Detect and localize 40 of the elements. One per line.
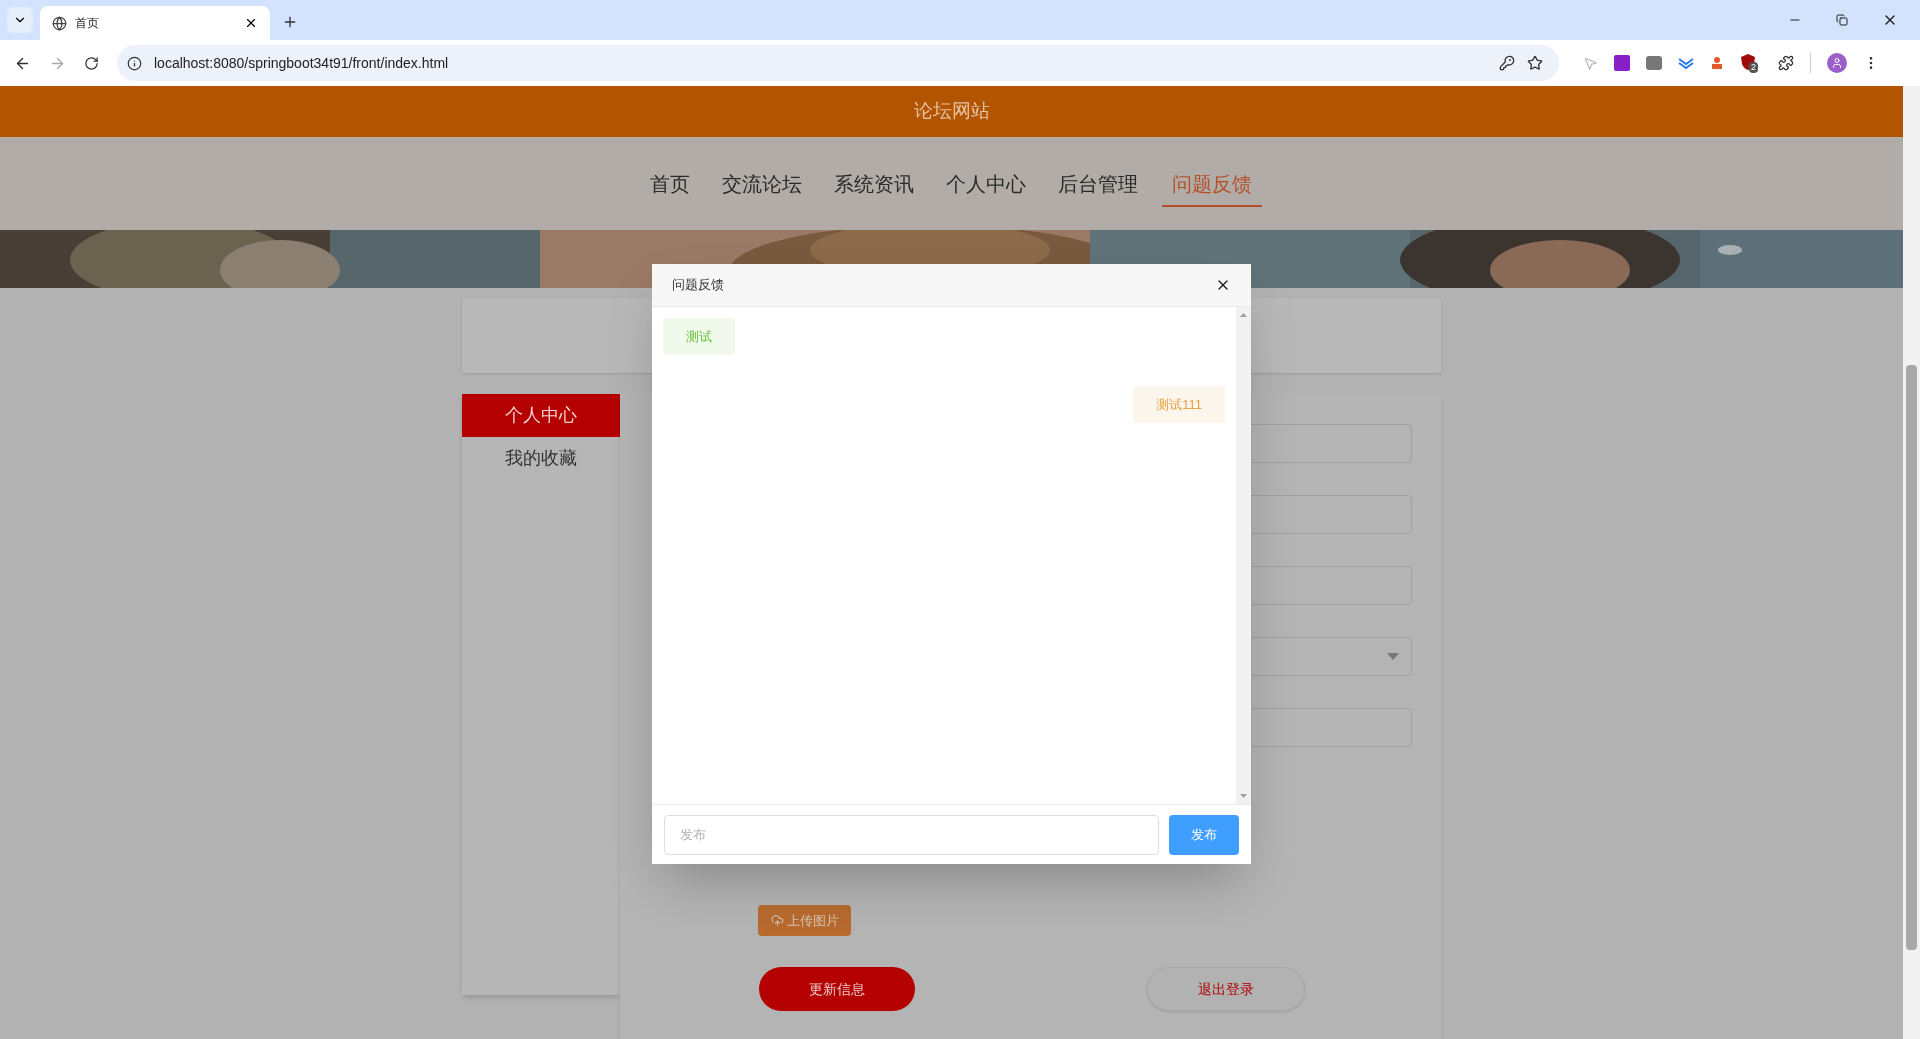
nav-link[interactable]: 系统资讯 [825, 160, 922, 207]
dialog-title: 问题反馈 [672, 276, 725, 295]
logout-button[interactable]: 退出登录 [1147, 967, 1305, 1011]
key-icon[interactable] [1499, 55, 1515, 71]
restore-icon[interactable] [1836, 14, 1848, 26]
extension-icon[interactable] [1678, 57, 1694, 69]
nav-link[interactable]: 后台管理 [1049, 160, 1146, 207]
nav-link[interactable]: 个人中心 [937, 160, 1034, 207]
tab-title: 首页 [75, 15, 100, 32]
update-button[interactable]: 更新信息 [759, 967, 915, 1011]
scroll-down-icon[interactable] [1240, 794, 1247, 798]
url-text: localhost:8080/springboot34t91/front/index.html [154, 53, 450, 73]
extensions-icon[interactable] [1778, 55, 1794, 71]
message-input[interactable]: 发布 [664, 814, 1160, 855]
site-title: 论坛网站 [913, 99, 990, 124]
scrollbar-thumb[interactable] [1906, 365, 1917, 950]
message-bubble: 测试 [663, 318, 735, 355]
nav-link[interactable]: 交流论坛 [713, 160, 810, 207]
bookmark-star-icon[interactable] [1527, 55, 1543, 71]
close-tab-icon[interactable] [244, 16, 258, 30]
extension-badge: 2 [1749, 62, 1758, 73]
browser-tab[interactable]: 首页 [40, 6, 270, 40]
page-scrollbar[interactable] [1903, 86, 1920, 1039]
reload-icon[interactable] [84, 55, 99, 71]
extension-icon[interactable] [1710, 56, 1724, 70]
scroll-up-icon[interactable] [1240, 313, 1247, 317]
tab-list-button[interactable] [7, 7, 33, 33]
nav-link[interactable]: 首页 [641, 160, 698, 207]
sidebar-item[interactable]: 个人中心 [462, 394, 620, 437]
message-bubble: 测试111 [1133, 386, 1225, 423]
chat-scrollbar[interactable] [1236, 307, 1251, 804]
new-tab-icon[interactable] [282, 14, 298, 30]
globe-icon [52, 15, 67, 31]
sidebar-item[interactable]: 我的收藏 [462, 437, 620, 480]
profile-avatar[interactable] [1827, 53, 1847, 73]
address-bar[interactable]: localhost:8080/springboot34t91/front/index.html [117, 45, 1559, 81]
caret-icon [1387, 653, 1399, 660]
info-icon[interactable] [127, 55, 142, 71]
person-icon [1831, 57, 1843, 69]
cloud-upload-icon [770, 914, 784, 927]
